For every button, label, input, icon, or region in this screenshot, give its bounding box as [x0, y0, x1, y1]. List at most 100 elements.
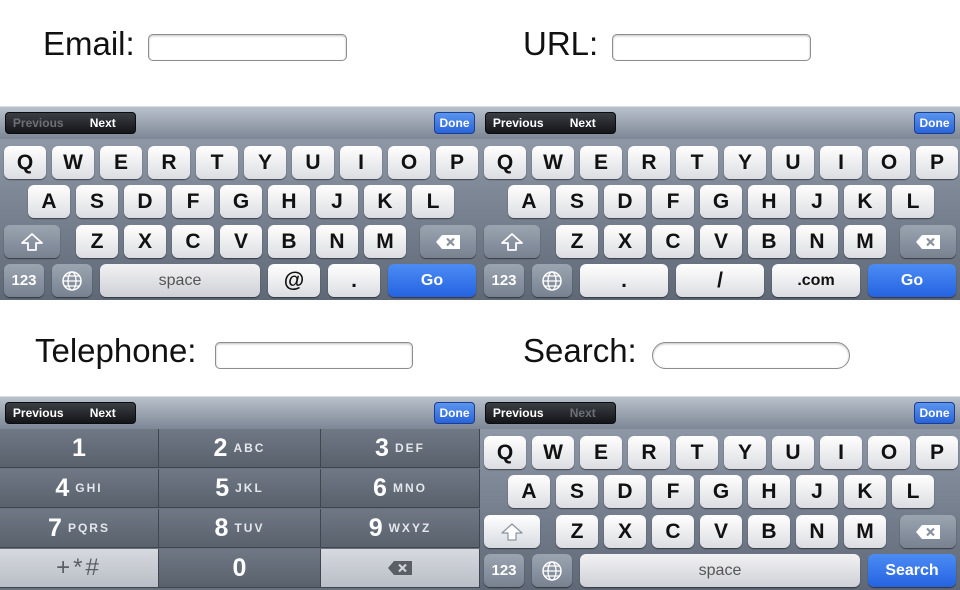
keypad-key-1[interactable]: 1	[0, 429, 159, 468]
key-t[interactable]: T	[676, 436, 718, 469]
key-o[interactable]: O	[868, 436, 910, 469]
key-l[interactable]: L	[892, 475, 934, 508]
key-n[interactable]: N	[796, 225, 838, 258]
search-field[interactable]	[652, 342, 850, 369]
key-f[interactable]: F	[652, 185, 694, 218]
numbers-key[interactable]: 123	[484, 264, 524, 297]
globe-key[interactable]	[532, 264, 572, 297]
previous-button[interactable]: Previous	[6, 113, 71, 133]
key-w[interactable]: W	[532, 436, 574, 469]
key-x[interactable]: X	[604, 225, 646, 258]
key-z[interactable]: Z	[76, 225, 118, 258]
space-key[interactable]: space	[100, 264, 260, 297]
key-w[interactable]: W	[532, 146, 574, 179]
space-key[interactable]: space	[580, 554, 860, 587]
key-k[interactable]: K	[844, 185, 886, 218]
key-l[interactable]: L	[892, 185, 934, 218]
key-o[interactable]: O	[388, 146, 430, 179]
backspace-key[interactable]	[900, 225, 956, 258]
key-r[interactable]: R	[148, 146, 190, 179]
key-e[interactable]: E	[580, 146, 622, 179]
dot-key[interactable]: .	[328, 264, 380, 297]
backspace-key[interactable]	[321, 549, 480, 588]
key-g[interactable]: G	[700, 475, 742, 508]
key-q[interactable]: Q	[4, 146, 46, 179]
key-i[interactable]: I	[820, 146, 862, 179]
key-i[interactable]: I	[340, 146, 382, 179]
dot-key[interactable]: .	[580, 264, 668, 297]
key-l[interactable]: L	[412, 185, 454, 218]
go-button[interactable]: Go	[868, 264, 956, 297]
key-v[interactable]: V	[700, 225, 742, 258]
key-g[interactable]: G	[700, 185, 742, 218]
keypad-key-9[interactable]: 9 WXYZ	[321, 509, 480, 548]
key-m[interactable]: M	[844, 225, 886, 258]
key-x[interactable]: X	[604, 515, 646, 548]
backspace-key[interactable]	[900, 515, 956, 548]
key-k[interactable]: K	[364, 185, 406, 218]
key-d[interactable]: D	[604, 475, 646, 508]
key-t[interactable]: T	[196, 146, 238, 179]
key-s[interactable]: S	[76, 185, 118, 218]
keypad-key-8[interactable]: 8 TUV	[159, 509, 321, 548]
at-key[interactable]: @	[268, 264, 320, 297]
keypad-key-0[interactable]: 0	[159, 549, 321, 588]
key-q[interactable]: Q	[484, 146, 526, 179]
key-z[interactable]: Z	[556, 515, 598, 548]
keypad-key-6[interactable]: 6 MNO	[321, 469, 480, 508]
key-c[interactable]: C	[172, 225, 214, 258]
previous-button[interactable]: Previous	[486, 403, 551, 423]
next-button[interactable]: Next	[551, 113, 616, 133]
done-button[interactable]: Done	[434, 112, 475, 134]
key-n[interactable]: N	[796, 515, 838, 548]
key-k[interactable]: K	[844, 475, 886, 508]
url-field[interactable]	[612, 34, 811, 61]
key-y[interactable]: Y	[724, 436, 766, 469]
key-v[interactable]: V	[700, 515, 742, 548]
numbers-key[interactable]: 123	[484, 554, 524, 587]
key-h[interactable]: H	[748, 185, 790, 218]
key-o[interactable]: O	[868, 146, 910, 179]
key-q[interactable]: Q	[484, 436, 526, 469]
key-m[interactable]: M	[844, 515, 886, 548]
key-p[interactable]: P	[916, 146, 958, 179]
globe-key[interactable]	[532, 554, 572, 587]
key-r[interactable]: R	[628, 146, 670, 179]
key-u[interactable]: U	[292, 146, 334, 179]
key-c[interactable]: C	[652, 515, 694, 548]
key-n[interactable]: N	[316, 225, 358, 258]
shift-key[interactable]	[484, 225, 540, 258]
key-u[interactable]: U	[772, 146, 814, 179]
key-w[interactable]: W	[52, 146, 94, 179]
key-p[interactable]: P	[436, 146, 478, 179]
go-button[interactable]: Go	[388, 264, 476, 297]
key-y[interactable]: Y	[724, 146, 766, 179]
key-j[interactable]: J	[316, 185, 358, 218]
done-button[interactable]: Done	[434, 402, 475, 424]
key-s[interactable]: S	[556, 185, 598, 218]
previous-button[interactable]: Previous	[486, 113, 551, 133]
key-m[interactable]: M	[364, 225, 406, 258]
next-button[interactable]: Next	[551, 403, 616, 423]
email-field[interactable]	[148, 34, 347, 61]
key-c[interactable]: C	[652, 225, 694, 258]
key-f[interactable]: F	[652, 475, 694, 508]
keypad-key-2[interactable]: 2 ABC	[159, 429, 321, 468]
shift-key[interactable]	[4, 225, 60, 258]
keypad-key-5[interactable]: 5 JKL	[159, 469, 321, 508]
symbols-key[interactable]: +*#	[0, 549, 159, 588]
key-a[interactable]: A	[508, 475, 550, 508]
key-s[interactable]: S	[556, 475, 598, 508]
key-v[interactable]: V	[220, 225, 262, 258]
backspace-key[interactable]	[420, 225, 476, 258]
done-button[interactable]: Done	[914, 112, 955, 134]
telephone-field[interactable]	[215, 342, 413, 369]
next-button[interactable]: Next	[71, 403, 136, 423]
next-button[interactable]: Next	[71, 113, 136, 133]
keypad-key-3[interactable]: 3 DEF	[321, 429, 480, 468]
keypad-key-4[interactable]: 4 GHI	[0, 469, 159, 508]
shift-key[interactable]	[484, 515, 540, 548]
key-y[interactable]: Y	[244, 146, 286, 179]
dotcom-key[interactable]: .com	[772, 264, 860, 297]
key-b[interactable]: B	[268, 225, 310, 258]
